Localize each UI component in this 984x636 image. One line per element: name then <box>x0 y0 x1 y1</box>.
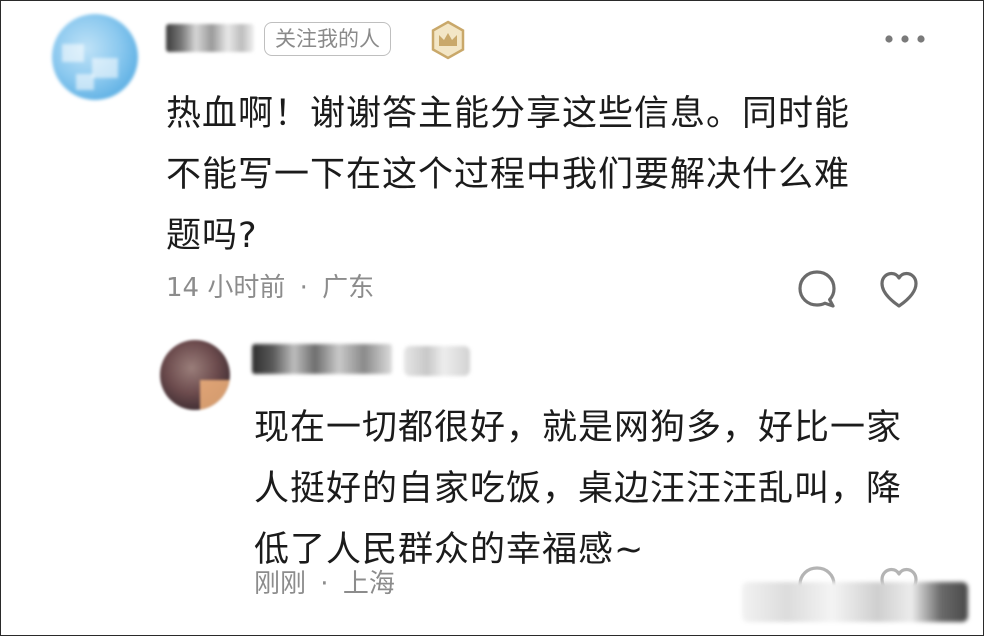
comment-time: 14 小时前 <box>166 273 286 303</box>
reply-line: 现在一切都很好，就是网狗多，好比一家 <box>254 408 903 448</box>
reply-body: 现在一切都很好，就是网狗多，好比一家 人挺好的自家吃饭，桌边汪汪汪乱叫，降 低了… <box>254 398 954 581</box>
reply-meta: 刚刚 · 上海 <box>254 566 395 602</box>
comment-line: 题吗? <box>166 216 258 256</box>
follow-status-badge: 关注我的人 <box>264 22 391 56</box>
comment-meta: 14 小时前 · 广东 <box>166 270 374 306</box>
comment-line: 不能写一下在这个过程中我们要解决什么难 <box>166 155 851 195</box>
replier-username-redacted[interactable] <box>252 344 392 374</box>
commenter-username-redacted[interactable] <box>166 24 254 52</box>
replier-avatar[interactable] <box>160 340 230 410</box>
more-dots-icon[interactable] <box>882 28 928 50</box>
watermark-redacted <box>742 582 968 622</box>
heart-icon[interactable] <box>876 268 922 312</box>
comment-bubble-icon[interactable] <box>794 266 840 312</box>
reply-location: 上海 <box>342 569 395 599</box>
comment-location: 广东 <box>322 273 375 303</box>
replier-badge-redacted <box>404 346 470 376</box>
reply-time: 刚刚 <box>254 569 307 599</box>
meta-separator: · <box>320 569 329 599</box>
comment-line: 热血啊！谢谢答主能分享这些信息。同时能 <box>166 94 851 134</box>
comment-body: 热血啊！谢谢答主能分享这些信息。同时能 不能写一下在这个过程中我们要解决什么难 … <box>166 84 946 267</box>
commenter-avatar[interactable] <box>52 14 138 100</box>
crown-badge-icon <box>431 20 465 60</box>
meta-separator: · <box>299 273 308 303</box>
reply-line: 人挺好的自家吃饭，桌边汪汪汪乱叫，降 <box>254 469 903 509</box>
